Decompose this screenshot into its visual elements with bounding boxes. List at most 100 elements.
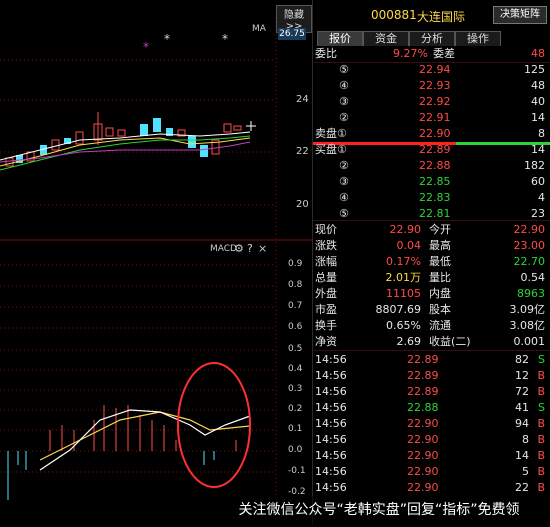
tick-volume: 14 (515, 449, 529, 462)
wei-row: 委比 9.27% 委差 48 (313, 46, 550, 62)
buy-row: 买盘① 22.89 14 (313, 142, 550, 158)
wei-value: 9.27% (393, 47, 428, 60)
order-volume: 125 (524, 63, 545, 76)
tick-time: 14:56 (315, 465, 347, 478)
sell-row: ④ 22.93 48 (313, 78, 550, 94)
order-volume: 23 (531, 207, 545, 220)
tick-time: 14:56 (315, 369, 347, 382)
macd-tick: 0.5 (288, 344, 303, 354)
current-price-box: 26.75 (278, 28, 306, 40)
order-price: 22.90 (419, 127, 451, 140)
sell-row: ⑤ 22.94 125 (313, 62, 550, 78)
quote-value: 11105 (386, 287, 421, 300)
kline-chart (0, 18, 312, 520)
order-level: ⑤ (339, 207, 349, 220)
order-volume: 60 (531, 175, 545, 188)
ma-label: MA (252, 24, 266, 34)
quote-label: 最低 (429, 255, 451, 268)
tick-time: 14:56 (315, 449, 347, 462)
tick-price: 22.90 (407, 433, 439, 446)
tick-time: 14:56 (315, 353, 347, 366)
tick-row: 14:56 22.90 5 B (313, 464, 550, 480)
tab-funds[interactable]: 资金 (363, 31, 409, 46)
close-icon[interactable]: × (258, 242, 267, 255)
tick-row: 14:56 22.90 8 B (313, 432, 550, 448)
macd-tick: -0.1 (288, 466, 306, 476)
tick-row: 14:56 22.90 14 B (313, 448, 550, 464)
quote-row: 市盈 8807.69 股本 3.09亿 (313, 302, 550, 318)
chart-area[interactable]: 隐藏>> MA 26.75 * * * 24 22 20 MACD ⚙ ? × … (0, 0, 312, 524)
tick-price: 22.89 (407, 353, 439, 366)
gear-icon[interactable]: ⚙ (234, 242, 244, 255)
tab-analysis[interactable]: 分析 (409, 31, 455, 46)
quote-value: 2.01万 (385, 271, 422, 284)
order-price: 22.94 (419, 63, 451, 76)
quote-label: 流通 (429, 319, 451, 332)
tick-side: B (537, 369, 545, 382)
quote-label: 涨跌 (315, 239, 337, 252)
quote-value: 22.90 (389, 223, 422, 236)
quote-label: 收益(二) (429, 335, 471, 348)
order-price: 22.83 (419, 191, 451, 204)
quote-label: 今开 (429, 223, 451, 236)
tick-price: 22.89 (407, 385, 439, 398)
price-tick: 24 (296, 94, 309, 105)
order-price: 22.85 (419, 175, 451, 188)
macd-tick: 0.9 (288, 259, 303, 269)
buy-row: ② 22.88 182 (313, 158, 550, 174)
quote-label: 内盘 (429, 287, 451, 300)
sell-row: ② 22.91 14 (313, 110, 550, 126)
tick-row: 14:56 22.89 82 S (313, 352, 550, 368)
wei-label: 委比 (315, 47, 337, 60)
tab-quote[interactable]: 报价 (317, 31, 363, 46)
quote-row: 外盘 11105 内盘 8963 (313, 286, 550, 302)
quote-label: 量比 (429, 271, 451, 284)
order-volume: 4 (538, 191, 545, 204)
order-volume: 14 (531, 111, 545, 124)
quote-row: 总量 2.01万 量比 0.54 (313, 270, 550, 286)
tick-row: 14:56 22.89 72 B (313, 384, 550, 400)
order-level: ③ (339, 175, 349, 188)
macd-tick: 0.6 (288, 322, 303, 332)
tick-price: 22.88 (407, 401, 439, 414)
quote-label: 股本 (429, 303, 451, 316)
tick-side: B (537, 465, 545, 478)
decision-matrix-button[interactable]: 决策矩阵 (493, 6, 547, 24)
buy-row: ④ 22.83 4 (313, 190, 550, 206)
order-volume: 48 (531, 79, 545, 92)
quote-value: 0.65% (386, 319, 421, 332)
quote-value: 0.17% (386, 255, 421, 268)
macd-tick: 0.2 (288, 404, 303, 414)
tick-price: 22.90 (407, 465, 439, 478)
tick-time: 14:56 (315, 433, 347, 446)
watermark-banner: 关注微信公众号“老韩实盘”回复“指标”免费领 (208, 496, 550, 524)
macd-tick: 0.0 (288, 445, 303, 455)
wei-diff-value: 48 (531, 47, 545, 60)
tick-side: S (538, 353, 545, 366)
order-level: 买盘① (315, 143, 347, 156)
order-volume: 40 (531, 95, 545, 108)
sell-row: 卖盘① 22.90 8 (313, 126, 550, 142)
order-level: 卖盘① (315, 127, 347, 140)
tick-row: 14:56 22.88 41 S (313, 400, 550, 416)
quote-row: 净资 2.69 收益(二) 0.001 (313, 334, 550, 350)
help-icon[interactable]: ? (247, 242, 253, 255)
tab-operation[interactable]: 操作 (455, 31, 501, 46)
quote-value: 0.001 (513, 335, 546, 348)
tick-volume: 94 (515, 417, 529, 430)
quote-label: 最高 (429, 239, 451, 252)
order-price: 22.81 (419, 207, 451, 220)
tick-time: 14:56 (315, 481, 347, 494)
quote-value: 3.08亿 (509, 319, 546, 332)
tick-time: 14:56 (315, 385, 347, 398)
order-price: 22.92 (419, 95, 451, 108)
order-volume: 182 (524, 159, 545, 172)
order-price: 22.91 (419, 111, 451, 124)
stock-name: 大连国际 (417, 10, 466, 24)
quote-value: 0.54 (520, 271, 546, 284)
order-level: ④ (339, 79, 349, 92)
star-mark: * (164, 32, 170, 46)
quote-panel: 000881 大连国际 决策矩阵 报价 资金 分析 操作 委比 9.27% 委差… (312, 0, 550, 524)
tick-side: B (537, 417, 545, 430)
order-price: 22.88 (419, 159, 451, 172)
